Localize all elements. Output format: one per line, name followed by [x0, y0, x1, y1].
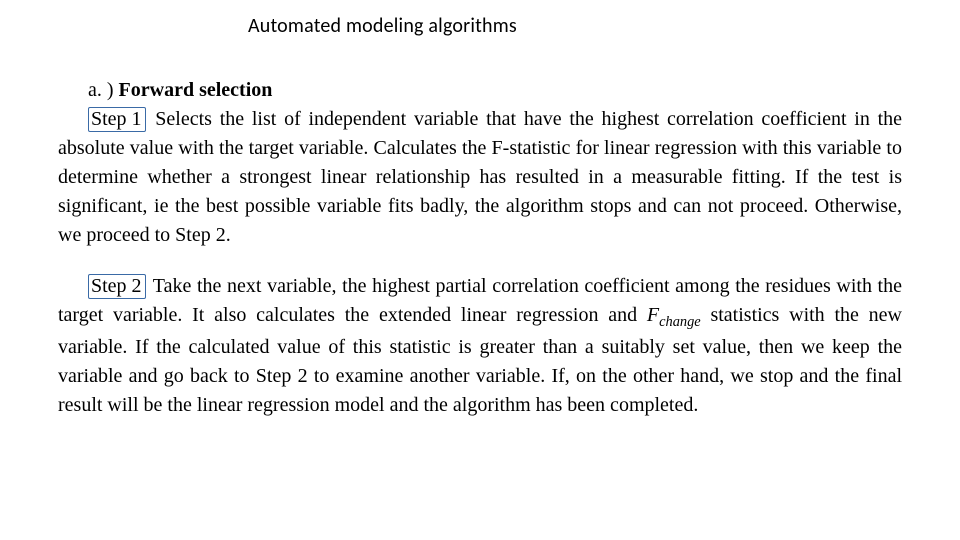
step-1-box: Step 1 [88, 107, 146, 132]
section-a-paragraph: a. ) Forward selection Step 1 Selects th… [58, 76, 902, 250]
f-subscript: change [659, 314, 701, 330]
f-letter: F [647, 304, 659, 326]
section-enum: a. ) [88, 79, 114, 101]
page-title: Automated modeling algorithms [248, 14, 902, 38]
f-change-symbol: Fchange [647, 304, 701, 326]
step-1-label: Step 1 [91, 108, 142, 130]
section-heading: Forward selection [119, 79, 273, 101]
page: Automated modeling algorithms a. ) Forwa… [0, 0, 960, 540]
step-2-label: Step 2 [91, 275, 142, 297]
step-1-text: Selects the list of independent variable… [58, 108, 902, 246]
step-2-paragraph: Step 2 Take the next variable, the highe… [58, 272, 902, 420]
step-2-box: Step 2 [88, 274, 146, 299]
